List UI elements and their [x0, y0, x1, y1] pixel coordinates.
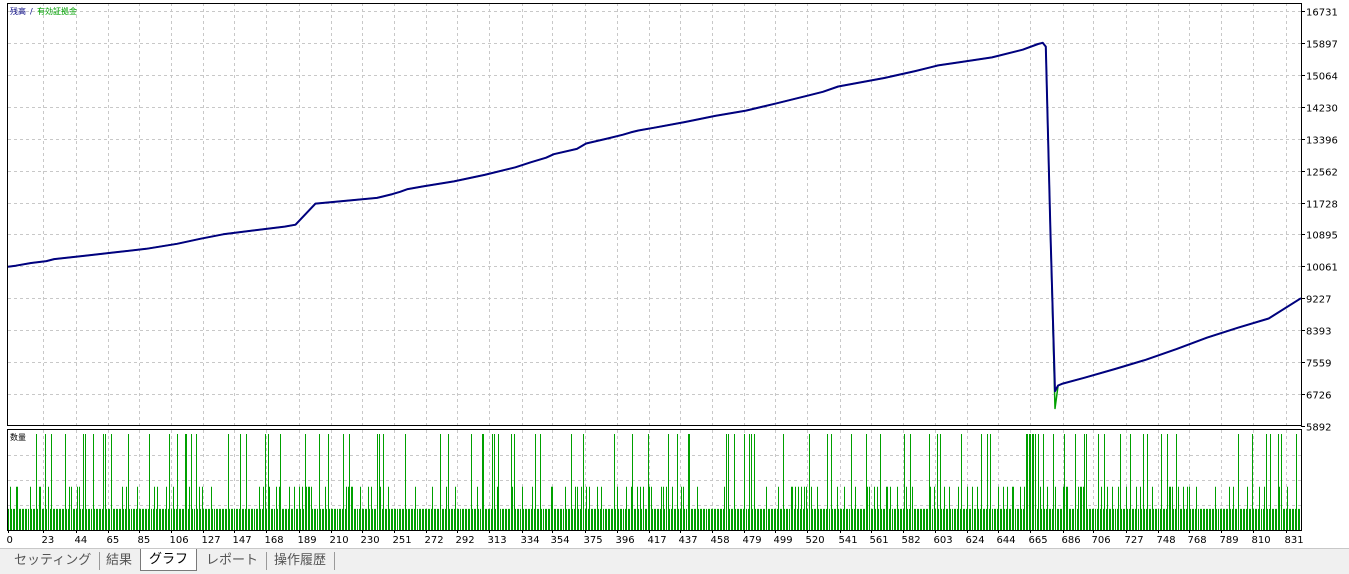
- x-tick-label: 251: [393, 535, 412, 546]
- y-tick-label: 15897: [1306, 40, 1338, 51]
- x-tick-label: 334: [521, 535, 540, 546]
- x-tick-label: 665: [1029, 535, 1048, 546]
- legend-volume: 数量: [10, 432, 26, 442]
- strategy-tester-graph: 16731 15897 15064 14230 13396 12562 11728 10895…: [0, 0, 1349, 548]
- x-tick-label: 561: [870, 535, 889, 546]
- x-tick-label: 624: [966, 535, 985, 546]
- x-tick-label: 727: [1125, 535, 1144, 546]
- x-tick-label: 748: [1157, 535, 1176, 546]
- y-tick-label: 11728: [1306, 200, 1338, 211]
- x-tick-label: 437: [679, 535, 698, 546]
- x-tick-label: 44: [75, 535, 88, 546]
- x-tick-label: 686: [1062, 535, 1081, 546]
- tester-tab-bar: セッティング 結果 グラフ レポート 操作履歴: [0, 548, 1349, 574]
- y-tick-label: 14230: [1306, 104, 1338, 115]
- x-tick-label: 417: [648, 535, 667, 546]
- legend-separator: /: [30, 7, 33, 16]
- x-tick-label: 520: [806, 535, 825, 546]
- x-tick-label: 230: [361, 535, 380, 546]
- x-tick-label: 106: [170, 535, 189, 546]
- x-tick-label: 210: [330, 535, 349, 546]
- y-tick-label: 8393: [1306, 327, 1331, 338]
- tab-settings[interactable]: セッティング: [6, 552, 101, 570]
- x-tick-label: 0: [7, 535, 13, 546]
- legend-equity: 有効証拠金: [37, 6, 77, 16]
- x-tick-label: 789: [1220, 535, 1239, 546]
- x-tick-label: 396: [616, 535, 635, 546]
- tab-graph[interactable]: グラフ: [140, 549, 198, 571]
- y-tick-label: 10061: [1306, 263, 1338, 274]
- legend-balance: 残高: [10, 6, 26, 16]
- x-tick-label: 272: [425, 535, 444, 546]
- x-tick-label: 313: [488, 535, 507, 546]
- x-tick-label: 810: [1252, 535, 1271, 546]
- x-tick-label: 768: [1188, 535, 1207, 546]
- y-tick-label: 9227: [1306, 295, 1331, 306]
- x-tick-label: 127: [202, 535, 221, 546]
- x-tick-label: 354: [551, 535, 570, 546]
- y-tick-label: 6726: [1306, 391, 1331, 402]
- x-tick-label: 189: [298, 535, 317, 546]
- x-tick-label: 603: [934, 535, 953, 546]
- x-tick-label: 831: [1285, 535, 1304, 546]
- x-tick-label: 644: [997, 535, 1016, 546]
- x-tick-label: 292: [456, 535, 475, 546]
- y-tick-label: 10895: [1306, 231, 1338, 242]
- y-tick-label: 5892: [1306, 423, 1331, 434]
- x-tick-label: 499: [774, 535, 793, 546]
- x-tick-label: 582: [902, 535, 921, 546]
- chart-background: [0, 0, 1349, 548]
- y-tick-label: 7559: [1306, 359, 1331, 370]
- x-tick-label: 65: [107, 535, 120, 546]
- x-tick-label: 479: [743, 535, 762, 546]
- y-tick-label: 13396: [1306, 136, 1338, 147]
- main-legend: 残高 / 有効証拠金: [10, 6, 77, 16]
- x-tick-label: 147: [233, 535, 252, 546]
- tab-report[interactable]: レポート: [198, 552, 268, 570]
- y-tick-label: 12562: [1306, 168, 1338, 179]
- tab-history[interactable]: 操作履歴: [266, 552, 336, 570]
- y-tick-label: 16731: [1306, 8, 1338, 19]
- tab-results[interactable]: 結果: [98, 552, 142, 570]
- x-tick-label: 23: [42, 535, 55, 546]
- x-tick-label: 168: [265, 535, 284, 546]
- x-tick-label: 375: [584, 535, 603, 546]
- x-tick-label: 541: [839, 535, 858, 546]
- x-tick-label: 458: [711, 535, 730, 546]
- x-tick-label: 706: [1092, 535, 1111, 546]
- x-tick-label: 85: [138, 535, 151, 546]
- y-tick-label: 15064: [1306, 72, 1338, 83]
